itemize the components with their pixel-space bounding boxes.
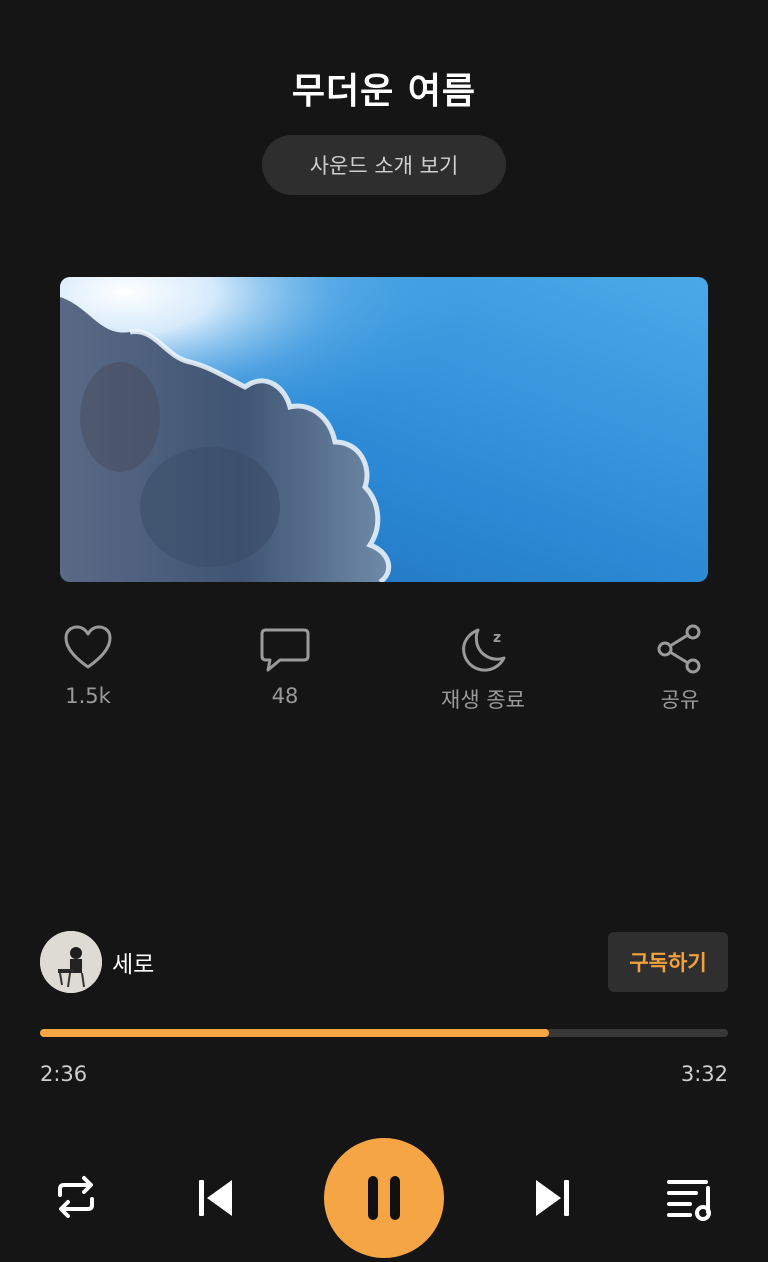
like-button[interactable]: 1.5k (18, 622, 158, 708)
skip-previous-icon[interactable] (194, 1176, 238, 1220)
moon-icon: z (462, 628, 506, 672)
comment-icon (260, 628, 310, 672)
pause-icon (368, 1176, 400, 1220)
heart-icon (64, 625, 112, 669)
action-bar: 1.5k 48 z 재생 종료 공유 (0, 622, 768, 722)
share-label: 공유 (660, 688, 700, 712)
sleep-timer-label: 재생 종료 (441, 688, 525, 712)
progress-bar[interactable] (40, 1029, 728, 1037)
skip-next-icon[interactable] (530, 1176, 574, 1220)
elapsed-time: 2:36 (40, 1062, 88, 1086)
playlist-icon[interactable] (666, 1174, 716, 1224)
repeat-icon[interactable] (52, 1173, 100, 1221)
sound-intro-button[interactable]: 사운드 소개 보기 (262, 135, 506, 195)
artist-name[interactable]: 세로 (112, 945, 154, 979)
pause-button[interactable] (324, 1138, 444, 1258)
svg-text:z: z (493, 630, 501, 646)
album-artwork (60, 277, 708, 582)
playback-controls (0, 1138, 768, 1260)
comment-button[interactable]: 48 (215, 622, 355, 708)
sleep-timer-button[interactable]: z 재생 종료 (413, 622, 553, 714)
total-time: 3:32 (680, 1062, 728, 1086)
subscribe-button[interactable]: 구독하기 (608, 932, 728, 992)
progress-fill (40, 1029, 550, 1037)
share-button[interactable]: 공유 (610, 622, 750, 714)
share-icon (657, 624, 701, 674)
comment-count: 48 (271, 684, 299, 708)
track-title: 무더운 여름 (291, 71, 477, 112)
like-count: 1.5k (65, 684, 111, 708)
avatar[interactable] (40, 931, 102, 993)
artist-info[interactable]: 세로 (40, 930, 154, 994)
